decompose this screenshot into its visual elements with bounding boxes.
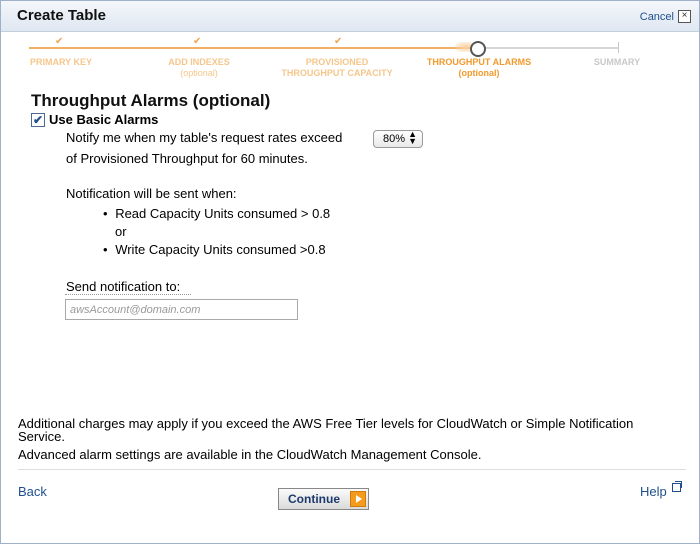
step-provisioned-throughput: PROVISIONED THROUGHPUT CAPACITY bbox=[281, 57, 393, 79]
external-link-icon[interactable] bbox=[672, 481, 682, 492]
notify-prefix-text: Notify me when my table's request rates … bbox=[66, 130, 343, 145]
advanced-settings-note: Advanced alarm settings are available in… bbox=[18, 447, 482, 462]
play-arrow-icon bbox=[350, 491, 366, 507]
current-step-node bbox=[470, 41, 486, 57]
write-condition-text: Write Capacity Units consumed >0.8 bbox=[115, 242, 326, 257]
step-label: ADD INDEXES bbox=[168, 57, 230, 67]
notification-intro: Notification will be sent when: bbox=[66, 186, 237, 201]
footer-divider bbox=[18, 469, 686, 470]
bullet-icon: • bbox=[103, 242, 108, 257]
help-link[interactable]: Help bbox=[640, 484, 667, 499]
or-text: or bbox=[115, 224, 127, 239]
step-summary: SUMMARY bbox=[585, 57, 649, 68]
charges-note: Additional charges may apply if you exce… bbox=[18, 416, 634, 444]
progress-track-done bbox=[29, 47, 477, 49]
step-label: THROUGHPUT ALARMS bbox=[426, 57, 532, 67]
dialog-title: Create Table bbox=[17, 7, 106, 24]
back-link[interactable]: Back bbox=[18, 484, 47, 499]
check-icon: ✔ bbox=[334, 36, 343, 47]
threshold-value: 80% bbox=[383, 133, 406, 145]
email-field[interactable]: awsAccount@domain.com bbox=[65, 299, 298, 320]
step-sublabel: (optional) bbox=[180, 68, 218, 78]
create-table-dialog: Create Table Cancel × ✔ ✔ ✔ PRIMARY KEY … bbox=[0, 0, 700, 544]
read-condition-text: Read Capacity Units consumed > 0.8 bbox=[115, 206, 331, 221]
step-primary-key: PRIMARY KEY bbox=[29, 57, 93, 68]
dialog-titlebar: Create Table Cancel × bbox=[1, 1, 699, 32]
step-label: SUMMARY bbox=[593, 57, 641, 67]
progress-track-remaining bbox=[477, 47, 619, 49]
updown-arrows-icon: ▲ ▼ bbox=[408, 129, 417, 146]
step-sublabel: THROUGHPUT CAPACITY bbox=[281, 68, 393, 78]
continue-button[interactable]: Continue bbox=[278, 488, 369, 510]
bullet-icon: • bbox=[103, 206, 108, 221]
cancel-link[interactable]: Cancel bbox=[640, 11, 674, 23]
section-heading: Throughput Alarms (optional) bbox=[31, 91, 271, 110]
close-icon[interactable]: × bbox=[678, 10, 691, 23]
wizard-progress: ✔ ✔ ✔ PRIMARY KEY ADD INDEXES (optional)… bbox=[29, 36, 649, 84]
use-basic-alarms-row: ✔ Use Basic Alarms bbox=[31, 112, 158, 127]
step-throughput-alarms: THROUGHPUT ALARMS (optional) bbox=[421, 57, 537, 79]
write-condition-item: • Write Capacity Units consumed >0.8 bbox=[103, 242, 326, 257]
use-basic-alarms-checkbox[interactable]: ✔ bbox=[31, 112, 45, 127]
label-underline bbox=[65, 294, 191, 295]
use-basic-alarms-label[interactable]: Use Basic Alarms bbox=[49, 112, 158, 127]
step-sublabel: (optional) bbox=[458, 68, 500, 78]
check-icon: ✔ bbox=[193, 36, 202, 47]
step-label: PROVISIONED bbox=[305, 57, 369, 67]
threshold-select[interactable]: 80% ▲ ▼ bbox=[373, 130, 423, 148]
notify-suffix-text: of Provisioned Throughput for 60 minutes… bbox=[66, 151, 308, 166]
step-label: PRIMARY KEY bbox=[29, 57, 92, 67]
continue-label: Continue bbox=[288, 492, 340, 506]
send-to-label: Send notification to: bbox=[66, 279, 181, 294]
read-condition-item: • Read Capacity Units consumed > 0.8 bbox=[103, 206, 330, 221]
step-add-indexes: ADD INDEXES (optional) bbox=[165, 57, 233, 79]
check-icon: ✔ bbox=[55, 36, 64, 47]
progress-end-tick bbox=[618, 42, 619, 53]
